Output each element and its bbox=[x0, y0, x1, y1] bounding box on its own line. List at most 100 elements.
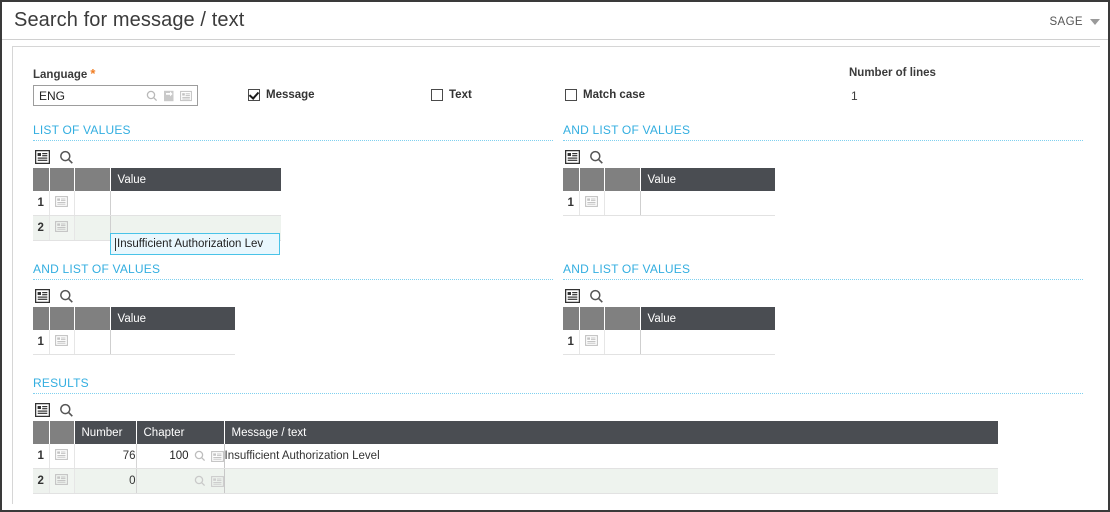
value-edit-input[interactable]: Insufficient Authorization Lev bbox=[110, 233, 280, 255]
list-menu-icon[interactable] bbox=[35, 403, 50, 417]
checkbox-match-case-box[interactable] bbox=[565, 89, 577, 101]
checkbox-message[interactable]: Message bbox=[248, 89, 315, 101]
row-menu-icon[interactable] bbox=[585, 196, 598, 207]
row-menu-icon[interactable] bbox=[55, 449, 68, 460]
row-menu-icon[interactable] bbox=[55, 196, 68, 207]
list-menu-icon[interactable] bbox=[35, 150, 50, 164]
search-icon[interactable] bbox=[194, 450, 206, 462]
cell-message bbox=[224, 468, 998, 494]
language-input[interactable] bbox=[34, 87, 146, 104]
grid-header-row: Value bbox=[563, 168, 775, 191]
row-value[interactable] bbox=[110, 191, 281, 216]
grid-header-actions bbox=[49, 168, 75, 191]
table-row[interactable]: 1 bbox=[33, 191, 281, 216]
checkbox-message-label: Message bbox=[266, 89, 315, 101]
cell-message: Insufficient Authorization Level bbox=[224, 444, 998, 469]
search-icon[interactable] bbox=[589, 150, 604, 165]
grid-header-spacer bbox=[74, 307, 111, 330]
section-title: AND LIST OF VALUES bbox=[563, 262, 691, 276]
row-number: 1 bbox=[33, 444, 50, 469]
row-handle[interactable] bbox=[74, 215, 111, 241]
grid-header-spacer bbox=[604, 168, 641, 191]
grid-header-spacer bbox=[604, 307, 641, 330]
table-row[interactable]: 1 bbox=[33, 330, 235, 355]
checkbox-match-case[interactable]: Match case bbox=[565, 89, 645, 101]
language-field[interactable] bbox=[33, 85, 198, 106]
row-menu-icon[interactable] bbox=[210, 450, 224, 462]
and-list-of-values-1-grid[interactable]: Value 1 bbox=[563, 168, 775, 216]
table-row[interactable]: 1 bbox=[563, 330, 775, 355]
row-handle[interactable] bbox=[74, 330, 111, 355]
grid-header-actions bbox=[579, 307, 605, 330]
content-panel: Language* Message bbox=[12, 46, 1100, 504]
section-title: AND LIST OF VALUES bbox=[563, 123, 691, 137]
search-icon[interactable] bbox=[59, 289, 74, 304]
row-menu-cell[interactable] bbox=[579, 191, 605, 216]
row-handle[interactable] bbox=[74, 191, 111, 216]
language-field-icons bbox=[146, 90, 197, 102]
cell-chapter[interactable]: 100 bbox=[136, 444, 225, 469]
row-number: 1 bbox=[563, 191, 580, 216]
row-menu-icon[interactable] bbox=[55, 474, 68, 485]
grid-header-row: Number Chapter Message / text bbox=[33, 421, 998, 444]
and-list-of-values-2-grid[interactable]: Value 1 bbox=[33, 307, 235, 355]
and-list-of-values-3-grid[interactable]: Value 1 bbox=[563, 307, 775, 355]
list-of-values-grid[interactable]: Value 1 2 bbox=[33, 168, 281, 241]
row-menu-icon[interactable] bbox=[55, 335, 68, 346]
section-title: RESULTS bbox=[33, 376, 89, 390]
grid-header-spacer bbox=[74, 168, 111, 191]
checkbox-text[interactable]: Text bbox=[431, 89, 472, 101]
search-icon[interactable] bbox=[589, 289, 604, 304]
grid-header-row: Value bbox=[33, 168, 281, 191]
row-menu-cell[interactable] bbox=[49, 215, 75, 241]
grid-header-rownum bbox=[33, 168, 50, 191]
row-menu-icon[interactable] bbox=[210, 475, 224, 487]
results-grid[interactable]: Number Chapter Message / text 1 76 100 I… bbox=[33, 421, 998, 494]
row-handle[interactable] bbox=[604, 330, 641, 355]
language-label: Language * bbox=[33, 66, 96, 81]
row-menu-cell[interactable] bbox=[49, 191, 75, 216]
grid-header-number: Number bbox=[74, 421, 137, 444]
grid-header-chapter: Chapter bbox=[136, 421, 225, 444]
row-menu-icon[interactable] bbox=[55, 221, 68, 232]
search-icon[interactable] bbox=[194, 475, 206, 487]
list-menu-icon[interactable] bbox=[180, 90, 192, 102]
row-handle[interactable] bbox=[604, 191, 641, 216]
page-title: Search for message / text bbox=[14, 9, 245, 31]
list-menu-icon[interactable] bbox=[565, 150, 580, 164]
table-row[interactable]: 1 76 100 Insufficient Authorization Leve… bbox=[33, 444, 998, 469]
cell-chapter[interactable] bbox=[136, 468, 225, 494]
checkbox-match-case-label: Match case bbox=[583, 89, 646, 101]
value-edit-text: Insufficient Authorization Lev bbox=[117, 238, 264, 250]
checkbox-message-box[interactable] bbox=[248, 89, 260, 101]
checkbox-text-box[interactable] bbox=[431, 89, 443, 101]
search-icon[interactable] bbox=[146, 90, 158, 102]
row-value[interactable] bbox=[640, 330, 775, 355]
table-row[interactable]: 2 0 bbox=[33, 468, 998, 494]
section-and-list-of-values-2: AND LIST OF VALUES Value 1 bbox=[33, 262, 553, 355]
brand-menu[interactable]: SAGE bbox=[1049, 16, 1100, 28]
grid-header-message: Message / text bbox=[224, 421, 998, 444]
table-row[interactable]: 1 bbox=[563, 191, 775, 216]
grid-header-value: Value bbox=[110, 168, 281, 191]
zoom-to-icon[interactable] bbox=[163, 90, 175, 102]
row-menu-cell[interactable] bbox=[49, 444, 75, 469]
checkbox-text-label: Text bbox=[449, 89, 472, 101]
search-icon[interactable] bbox=[59, 403, 74, 418]
row-menu-cell[interactable] bbox=[49, 468, 75, 494]
list-menu-icon[interactable] bbox=[35, 289, 50, 303]
row-value[interactable] bbox=[640, 191, 775, 216]
list-menu-icon[interactable] bbox=[565, 289, 580, 303]
section-results: RESULTS Number Chapter Message / text 1 … bbox=[33, 376, 1083, 494]
search-icon[interactable] bbox=[59, 150, 74, 165]
grid-header-value: Value bbox=[640, 168, 775, 191]
row-menu-cell[interactable] bbox=[579, 330, 605, 355]
section-title: AND LIST OF VALUES bbox=[33, 262, 161, 276]
row-number: 1 bbox=[563, 330, 580, 355]
grid-header-actions bbox=[49, 307, 75, 330]
row-menu-cell[interactable] bbox=[49, 330, 75, 355]
grid-header-row: Value bbox=[563, 307, 775, 330]
row-value[interactable] bbox=[110, 330, 235, 355]
row-menu-icon[interactable] bbox=[585, 335, 598, 346]
cell-chapter-value: 100 bbox=[169, 450, 189, 462]
